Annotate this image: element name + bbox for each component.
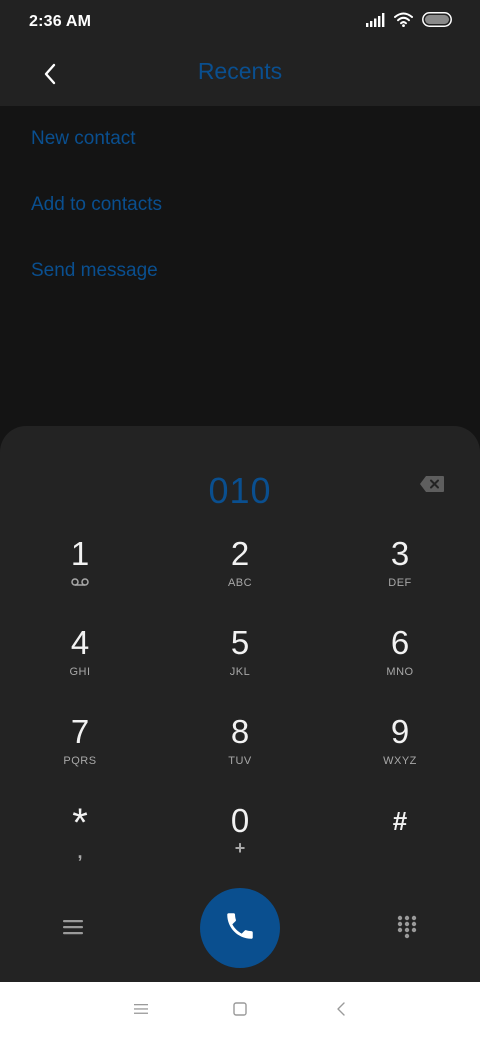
key-digit: 5 xyxy=(230,624,250,661)
key-letters: + xyxy=(234,838,246,858)
key-letters: GHI xyxy=(69,666,91,678)
actions-list: New contact Add to contacts Send message xyxy=(0,106,480,304)
backspace-button[interactable] xyxy=(418,474,446,498)
key-1[interactable]: 1 xyxy=(0,534,160,623)
key-digit: 3 xyxy=(390,535,410,572)
key-letters: , xyxy=(77,842,83,862)
send-message-link[interactable]: Send message xyxy=(0,238,480,304)
status-bar: 2:36 AM xyxy=(0,0,480,44)
signal-icon xyxy=(366,12,385,32)
key-letters: MNO xyxy=(386,666,414,678)
key-digit: 7 xyxy=(70,713,90,750)
voicemail-icon xyxy=(71,577,89,591)
key-3[interactable]: 3 DEF xyxy=(320,534,480,623)
page-title: Recents xyxy=(197,58,283,84)
key-8[interactable]: 8 TUV xyxy=(160,712,320,801)
system-nav-bar xyxy=(0,982,480,1040)
key-2[interactable]: 2 ABC xyxy=(160,534,320,623)
key-9[interactable]: 9 WXYZ xyxy=(320,712,480,801)
hamburger-menu-icon xyxy=(63,919,83,940)
key-digit: 2 xyxy=(230,535,250,572)
app-header: Recents xyxy=(0,44,480,106)
key-letters: DEF xyxy=(388,577,412,589)
key-digit: 6 xyxy=(390,624,410,661)
add-to-contacts-link[interactable]: Add to contacts xyxy=(0,172,480,238)
dialpad-toggle-button[interactable] xyxy=(388,910,426,948)
key-7[interactable]: 7 PQRS xyxy=(0,712,160,801)
menu-button[interactable] xyxy=(54,910,92,948)
backspace-icon xyxy=(419,475,445,498)
recents-nav-button[interactable] xyxy=(126,996,156,1026)
dialpad-icon xyxy=(397,915,417,944)
key-letters: PQRS xyxy=(63,755,97,767)
back-triangle-icon xyxy=(336,1001,346,1022)
keypad: 1 2 ABC 3 DEF 4 GHI 5 JKL 6 MNO 7 PQRS 8… xyxy=(0,534,480,890)
dialer-controls xyxy=(0,888,480,968)
new-contact-link[interactable]: New contact xyxy=(0,106,480,172)
key-5[interactable]: 5 JKL xyxy=(160,623,320,712)
key-digit: 0 xyxy=(230,802,250,839)
key-digit: # xyxy=(392,806,408,836)
phone-icon xyxy=(223,909,257,948)
home-nav-button[interactable] xyxy=(225,996,255,1026)
key-4[interactable]: 4 GHI xyxy=(0,623,160,712)
key-digit: 4 xyxy=(70,624,90,661)
wifi-icon xyxy=(394,12,413,32)
key-digit: 8 xyxy=(230,713,250,750)
key-digit: 1 xyxy=(70,535,90,572)
key-6[interactable]: 6 MNO xyxy=(320,623,480,712)
dialer-screen: 2:36 AM Recents New contact Add to conta… xyxy=(0,0,480,1040)
key-letters: WXYZ xyxy=(383,755,417,767)
key-star[interactable]: * , xyxy=(0,801,160,890)
recents-menu-icon xyxy=(134,1002,148,1020)
battery-icon xyxy=(422,12,452,32)
key-hash[interactable]: # xyxy=(320,801,480,890)
back-nav-button[interactable] xyxy=(326,996,356,1026)
dialer-panel: 010 1 2 ABC 3 DEF 4 GHI 5 JKL 6 MNO 7 PQ… xyxy=(0,426,480,982)
call-button[interactable] xyxy=(200,888,280,968)
key-letters: JKL xyxy=(229,666,251,678)
status-icons xyxy=(366,12,452,32)
key-digit: 9 xyxy=(390,713,410,750)
key-digit: * xyxy=(72,801,88,845)
status-time: 2:36 AM xyxy=(29,13,92,30)
home-square-icon xyxy=(233,1001,247,1021)
dialed-number: 010 xyxy=(208,470,272,511)
key-0[interactable]: 0 + xyxy=(160,801,320,890)
key-letters: ABC xyxy=(227,577,253,589)
key-letters: TUV xyxy=(228,755,252,767)
